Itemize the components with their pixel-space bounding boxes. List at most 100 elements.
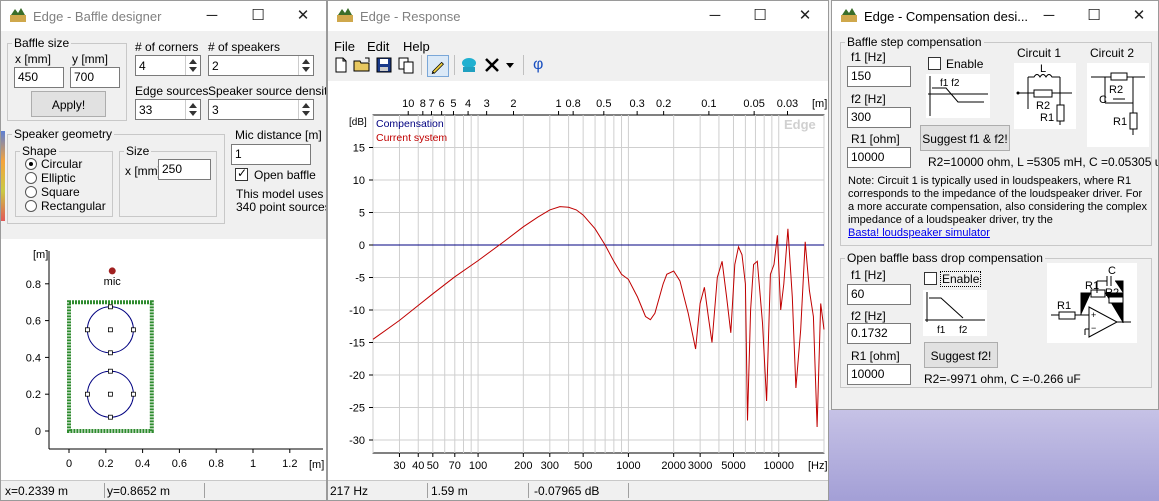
suggest-f2-button[interactable]: Suggest f2! (924, 342, 998, 368)
response-titlebar[interactable]: Edge - Response ─ ☐ ✕ (328, 1, 828, 31)
spinner-arrows-icon[interactable] (298, 100, 313, 119)
copy-icon[interactable] (396, 55, 416, 75)
close-button[interactable]: ✕ (1128, 5, 1150, 27)
ob-circuit-diagram[interactable]: C R1 R2 R1 + − (1047, 263, 1137, 343)
minimize-button[interactable]: ─ (704, 5, 726, 27)
radio-elliptic-label[interactable]: Elliptic (41, 171, 76, 185)
circuit2-diagram[interactable]: R2 C R1 (1087, 63, 1149, 147)
chart-watermark: Edge (784, 117, 816, 132)
maximize-button[interactable]: ☐ (749, 5, 771, 27)
suggest-f1-f2-button[interactable]: Suggest f1 & f2! (920, 125, 1010, 151)
open-baffle-label[interactable]: Open baffle (254, 168, 316, 182)
basta-simulator-link[interactable]: Basta! loudspeaker simulator (848, 227, 990, 239)
radio-circular-label[interactable]: Circular (41, 157, 82, 171)
compensation-window: Edge - Compensation desi... ─ ☐ ✕ Baffle… (831, 0, 1159, 410)
radio-square-label[interactable]: Square (41, 185, 80, 199)
speakers-value: 2 (212, 59, 219, 73)
dropdown-arrow-icon[interactable] (504, 55, 516, 75)
menu-edit[interactable]: Edit (367, 39, 389, 54)
response-chart[interactable]: 151050-5-10-15-20-25-30[dB]30 40 50 70 100 20… (328, 81, 828, 481)
size-x-input[interactable]: 250 (158, 159, 211, 180)
delete-icon[interactable] (482, 55, 502, 75)
density-spinner[interactable]: 3 (208, 99, 314, 120)
baffle-x-tick-label: 1.2 (282, 458, 297, 470)
baffle-plot[interactable]: [m] 0 0.2 0.4 0.6 0.8 1 1.2 0.8 0.6 0.4 0.2 0 [m] m… (1, 239, 326, 482)
top-tick-label: 7 (428, 98, 434, 110)
open-folder-icon[interactable] (352, 55, 372, 75)
app-logo-icon (841, 8, 857, 22)
bs-r1-input[interactable]: 10000 (847, 147, 911, 168)
ob-part-r1-top: R1 (1085, 280, 1099, 292)
radio-circular[interactable] (25, 158, 37, 170)
close-button[interactable]: ✕ (292, 5, 314, 27)
pencil-icon[interactable] (427, 55, 449, 77)
minimize-button[interactable]: ─ (201, 5, 223, 27)
bs-f1-input[interactable]: 150 (847, 66, 911, 87)
note-line-2: corresponds to the impedance of the loud… (848, 188, 1143, 200)
radio-rectangular[interactable] (25, 200, 37, 212)
new-file-icon[interactable] (331, 55, 351, 75)
y-tick-label: -10 (349, 305, 365, 317)
circuit1-diagram[interactable]: L R2 R1 (1014, 63, 1076, 129)
shape-label: Shape (20, 144, 59, 158)
bs-enable-checkbox[interactable] (928, 57, 941, 70)
baffle-y-tick-label: 0.6 (26, 316, 41, 328)
mic-distance-input[interactable]: 1 (231, 144, 311, 165)
ob-graph-f2: f2 (959, 325, 968, 336)
baffle-x-label: x [mm] (15, 52, 51, 66)
note-line-3: a more accurate compensation, also consi… (848, 201, 1147, 213)
minimize-button[interactable]: ─ (1038, 5, 1060, 27)
circuit2-label: Circuit 2 (1090, 46, 1135, 60)
radio-square[interactable] (25, 186, 37, 198)
speaker-source-point (108, 304, 113, 310)
menu-help[interactable]: Help (403, 39, 430, 54)
edge-sources-spinner[interactable]: 33 (135, 99, 201, 120)
maximize-button[interactable]: ☐ (247, 5, 269, 27)
apply-button[interactable]: Apply! (31, 91, 106, 117)
c1-part-r1: R1 (1040, 112, 1054, 124)
phase-icon[interactable]: φ (533, 56, 543, 74)
open-baffle-checkbox[interactable]: ✓ (235, 166, 248, 181)
menu-file[interactable]: File (334, 39, 355, 54)
ob-enable-checkbox[interactable] (924, 272, 937, 285)
x-tick-label: 40 (412, 460, 424, 472)
bs-f1-label: f1 [Hz] (851, 50, 886, 64)
radio-elliptic[interactable] (25, 172, 37, 184)
bs-f2-input[interactable]: 300 (847, 107, 911, 128)
ob-enable-label[interactable]: Enable (939, 271, 982, 287)
save-icon[interactable] (374, 55, 394, 75)
ob-f1-input[interactable]: 60 (847, 284, 911, 305)
mic-marker[interactable] (108, 267, 116, 275)
note-line-1: Note: Circuit 1 is typically used in lou… (848, 175, 1132, 187)
ob-f2-input[interactable]: 0.1732 (847, 323, 911, 344)
close-button[interactable]: ✕ (794, 5, 816, 27)
x-axis-label: [Hz] (808, 460, 828, 472)
legend-entry-1: Current system (376, 132, 447, 144)
level-readout: -0.07965 dB (534, 484, 600, 498)
maximize-button[interactable]: ☐ (1083, 5, 1105, 27)
radio-rectangular-label[interactable]: Rectangular (41, 199, 106, 213)
ob-r1-input[interactable]: 10000 (847, 364, 911, 385)
baffle-x-input[interactable]: 450 (14, 67, 64, 88)
baffle-x-tick-label: 1 (250, 458, 256, 470)
corners-spinner[interactable]: 4 (135, 55, 201, 76)
speaker-icon[interactable] (459, 55, 479, 75)
spinner-arrows-icon[interactable] (185, 100, 200, 119)
spinner-arrows-icon[interactable] (298, 56, 313, 75)
speaker-source-point (108, 414, 113, 420)
top-axis-label: [m] (812, 98, 827, 110)
mic-distance-label: Mic distance [m] (235, 128, 322, 142)
speakers-spinner[interactable]: 2 (208, 55, 314, 76)
spinner-arrows-icon[interactable] (185, 56, 200, 75)
baffle-x-tick-label: 0.8 (209, 458, 224, 470)
baffle-titlebar[interactable]: Edge - Baffle designer ─ ☐ ✕ (1, 1, 326, 31)
baffle-y-input[interactable]: 700 (70, 67, 120, 88)
top-tick-label: 0.3 (629, 98, 644, 110)
top-tick-label: 6 (439, 98, 445, 110)
baffle-x-tick-label: 0.4 (135, 458, 150, 470)
bs-enable-label[interactable]: Enable (946, 57, 983, 71)
compensation-titlebar[interactable]: Edge - Compensation desi... ─ ☐ ✕ (832, 1, 1158, 31)
baffle-x-tick-label: 0.6 (172, 458, 187, 470)
model-info-line1: This model uses (236, 187, 324, 201)
x-tick-label: 300 (541, 460, 559, 472)
